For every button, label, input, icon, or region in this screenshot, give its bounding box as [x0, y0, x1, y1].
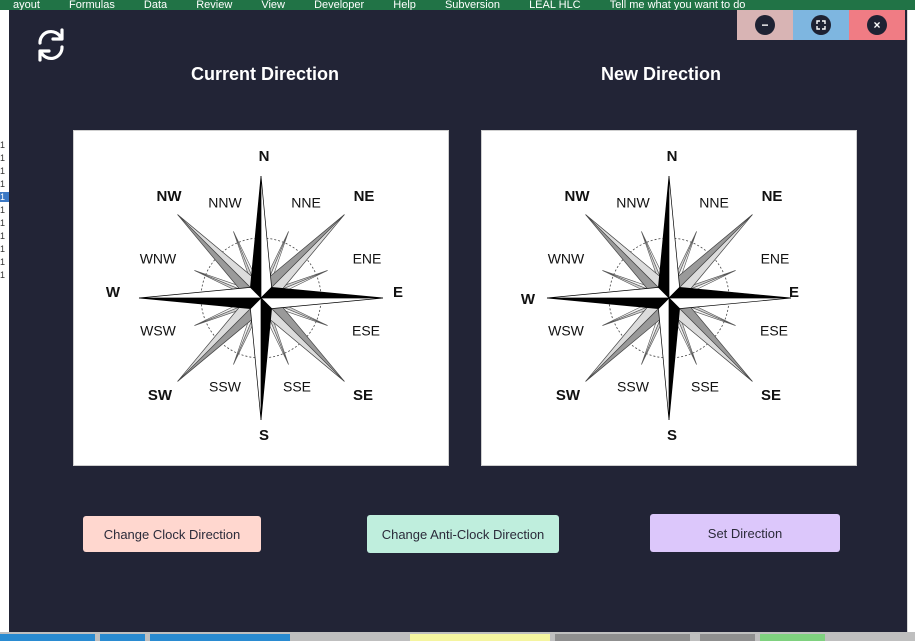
compass-label-wnw: WNW [140, 251, 177, 267]
compass-label-n: N [259, 148, 270, 165]
compass-label-nw: NW [565, 188, 591, 205]
row-number: 1 [0, 270, 6, 280]
compass-intercardinal-point [177, 214, 262, 299]
compass-cardinal-point [250, 175, 262, 299]
compass-cardinal-point [138, 297, 262, 309]
ribbon-tab[interactable]: Developer [301, 0, 377, 10]
compass-cardinal-point [260, 287, 384, 299]
row-number: 1 [0, 257, 6, 267]
compass-label-ssw: SSW [209, 379, 242, 395]
compass-cardinal-point [138, 287, 262, 299]
compass-label-ene: ENE [353, 251, 382, 267]
compass-label-nnw: NNW [616, 195, 650, 211]
compass-cardinal-point [658, 297, 670, 421]
ribbon-tab[interactable]: Review [183, 0, 245, 10]
compass-cardinal-point [668, 175, 680, 299]
compass-label-sw: SW [556, 387, 581, 404]
compass-label-s: S [667, 427, 677, 444]
row-number: 1 [0, 231, 6, 241]
maximize-button[interactable] [793, 10, 849, 40]
change-clock-direction-button[interactable]: Change Clock Direction [83, 516, 261, 552]
compass-label-sse: SSE [691, 379, 719, 395]
sheet-right-edge [908, 10, 915, 641]
set-direction-button[interactable]: Set Direction [650, 514, 840, 552]
compass-cardinal-point [668, 297, 680, 421]
compass-intercardinal-point [177, 297, 262, 382]
compass-intercardinal-point [260, 297, 345, 382]
direction-dialog: − × Current Direction New Direction N NNE… [9, 10, 907, 632]
compass-label-wnw: WNW [548, 251, 585, 267]
row-number: 1 [0, 179, 6, 189]
compass-label-nw: NW [157, 188, 183, 205]
compass-label-sse: SSE [283, 379, 311, 395]
compass-intercardinal-point [260, 214, 345, 299]
compass-cardinal-point [260, 175, 272, 299]
compass-cardinal-point [260, 297, 384, 309]
compass-label-e: E [393, 284, 403, 301]
new-compass-rose: N NNE NE ENE E ESE SE SSE S SSW SW WSW W WNW NW NNW [521, 148, 799, 444]
compass-label-nnw: NNW [208, 195, 242, 211]
ribbon-tab[interactable]: Data [131, 0, 180, 10]
compass-label-e: E [789, 284, 799, 301]
row-number: 1 [0, 244, 6, 254]
compass-label-ssw: SSW [617, 379, 650, 395]
compass-label-ene: ENE [761, 251, 790, 267]
compass-cardinal-point [546, 297, 670, 309]
compass-label-n: N [667, 148, 678, 165]
compass-label-wsw: WSW [548, 323, 585, 339]
ribbon-tab[interactable]: LEAL HLC [516, 0, 594, 10]
minimize-button[interactable]: − [737, 10, 793, 40]
compass-intercardinal-point [585, 297, 670, 382]
ribbon-tab[interactable]: ayout [0, 0, 53, 10]
change-anticlock-direction-button[interactable]: Change Anti-Clock Direction [367, 515, 559, 553]
ribbon-tab[interactable]: View [248, 0, 298, 10]
compass-label-ne: NE [762, 188, 783, 205]
compass-label-nne: NNE [291, 195, 321, 211]
excel-ribbon: ayout Formulas Data Review View Develope… [0, 0, 915, 10]
compass-label-sw: SW [148, 387, 173, 404]
refresh-icon[interactable] [31, 26, 71, 64]
tell-me-box[interactable]: Tell me what you want to do [597, 0, 759, 10]
compass-cardinal-point [546, 287, 670, 299]
row-number: 1 [0, 153, 6, 163]
compass-intercardinal-point [668, 214, 753, 299]
compass-label-w: W [106, 284, 121, 301]
compass-intercardinal-point [585, 214, 670, 299]
current-direction-title: Current Direction [190, 64, 340, 84]
compass-label-w: W [521, 291, 536, 308]
compass-cardinal-point [250, 297, 262, 421]
compass-label-wsw: WSW [140, 323, 177, 339]
close-button[interactable]: × [849, 10, 905, 40]
ribbon-tab[interactable]: Formulas [56, 0, 128, 10]
compass-label-ese: ESE [760, 323, 788, 339]
ribbon-tab[interactable]: Subversion [432, 0, 513, 10]
compass-cardinal-point [260, 297, 272, 421]
compass-label-se: SE [761, 387, 781, 404]
compass-label-se: SE [353, 387, 373, 404]
compass-cardinal-point [658, 175, 670, 299]
row-number: 1 [0, 218, 6, 228]
taskbar-strip [0, 632, 915, 641]
row-number: 1 [0, 192, 9, 202]
maximize-icon [811, 15, 831, 35]
compass-cardinal-point [668, 297, 792, 309]
compass-label-nne: NNE [699, 195, 729, 211]
row-number: 1 [0, 166, 6, 176]
row-number: 1 [0, 140, 6, 150]
compass-label-s: S [259, 427, 269, 444]
compass-label-ne: NE [354, 188, 375, 205]
window-controls: − × [737, 10, 905, 40]
current-compass-rose: N NNE NE ENE E ESE SE SSE S SSW SW WSW W WNW NW NNW [106, 148, 403, 444]
compass-label-ese: ESE [352, 323, 380, 339]
ribbon-tab[interactable]: Help [380, 0, 429, 10]
new-compass-panel: N NNE NE ENE E ESE SE SSE S SSW SW WSW W WNW NW NNW [481, 130, 857, 466]
compass-cardinal-point [668, 287, 792, 299]
row-number: 1 [0, 205, 6, 215]
current-compass-panel: N NNE NE ENE E ESE SE SSE S SSW SW WSW W WNW NW NNW [73, 130, 449, 466]
compass-intercardinal-point [668, 297, 753, 382]
close-icon: × [867, 15, 887, 35]
minus-icon: − [755, 15, 775, 35]
new-direction-title: New Direction [600, 64, 722, 84]
